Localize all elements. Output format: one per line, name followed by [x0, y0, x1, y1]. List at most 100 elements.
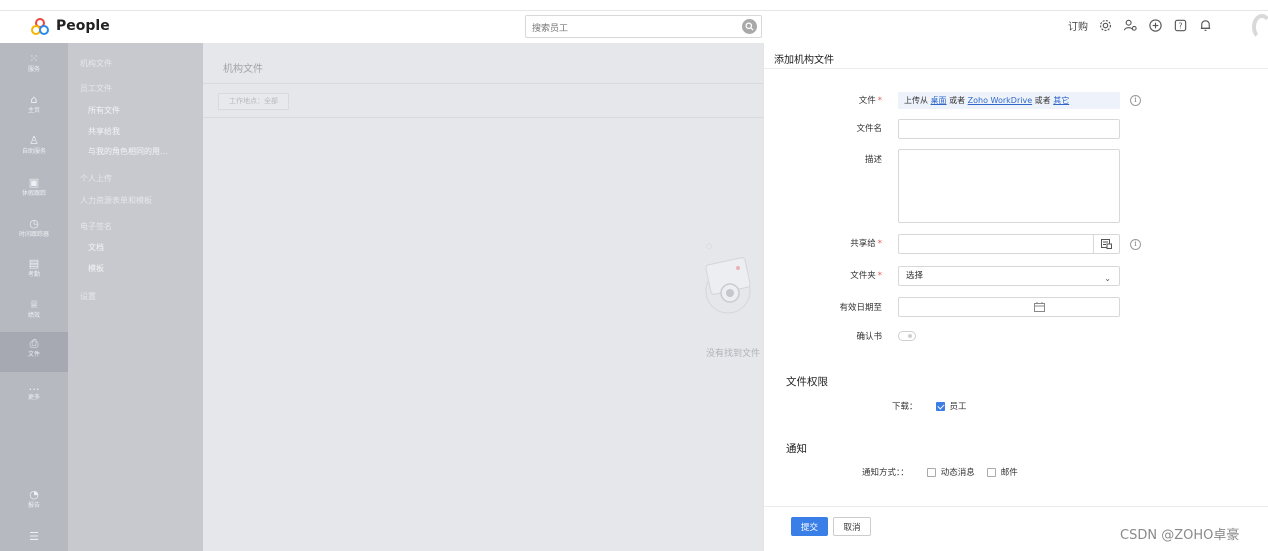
nav-item-services[interactable]: ⁙ 服务 — [0, 47, 68, 87]
valid-until-label: 有效日期至 — [839, 303, 882, 313]
download-employee-checkbox[interactable] — [935, 401, 945, 411]
share-to-field[interactable] — [898, 234, 1120, 254]
notify-feed-checkbox[interactable] — [926, 467, 936, 477]
nav-item-reports[interactable]: ◔ 报告 — [0, 483, 68, 523]
search-input[interactable] — [526, 18, 726, 40]
add-circle-icon[interactable] — [1148, 18, 1163, 33]
folder-label: 文件夹 * — [850, 271, 882, 281]
nav-item-files[interactable]: ⎙ 文件 — [0, 332, 68, 372]
subnav-personal-uploads[interactable]: 个人上传 — [80, 173, 112, 184]
grid-icon: ⁙ — [29, 52, 39, 65]
attendance-icon: ▤ — [28, 257, 40, 270]
subnav-org-files[interactable]: 机构文件 — [80, 58, 112, 69]
share-picker-icon[interactable] — [1093, 235, 1119, 253]
nav-item-performance[interactable]: ♕ 绩效 — [0, 293, 68, 333]
nav-item-label: 休假跟踪 — [21, 190, 46, 197]
info-icon[interactable]: i — [1130, 95, 1141, 106]
empty-state-text: 没有找到文件 — [706, 349, 761, 359]
search-icon[interactable] — [742, 19, 757, 34]
valid-until-date-input[interactable] — [898, 297, 1120, 317]
upload-from-other-link[interactable]: 其它 — [1053, 96, 1069, 105]
add-org-file-panel: 添加机构文件 文件 * 上传从 桌面 或者 Zoho WorkDrive 或者 其… — [763, 43, 1268, 551]
trophy-icon: ♕ — [29, 298, 39, 311]
divider — [764, 506, 1268, 507]
download-employee-label: 员工 — [949, 402, 967, 412]
nav-item-time-tracker[interactable]: ◷ 时间跟踪器 — [0, 212, 68, 252]
calendar-icon[interactable] — [1034, 302, 1045, 312]
nav-item-attendance[interactable]: ▤ 考勤 — [0, 252, 68, 292]
divider — [764, 68, 1268, 69]
divider — [203, 117, 763, 118]
filename-label: 文件名 — [856, 124, 882, 134]
left-app-nav: ⁙ 服务 ⌂ 主页 ♙ 自助服务 ▣ 休假跟踪 ◷ 时间跟踪器 ▤ 考勤 ♕ 绩… — [0, 43, 68, 551]
chevron-down-icon: ⌄ — [1104, 274, 1111, 283]
upload-from-workdrive-link[interactable]: Zoho WorkDrive — [968, 96, 1032, 105]
nav-item-label: 报告 — [27, 502, 40, 509]
nav-item-label: 文件 — [27, 351, 40, 358]
location-filter[interactable]: 工作地点：全部 — [218, 93, 289, 110]
report-icon: ◔ — [29, 488, 39, 501]
nav-item-label: 更多 — [27, 394, 40, 401]
nav-item-leave-tracker[interactable]: ▣ 休假跟踪 — [0, 171, 68, 211]
subnav-documents[interactable]: 文档 — [88, 242, 104, 253]
empty-state-illustration: ○ — [705, 242, 751, 314]
top-bar: People 订购 — [0, 10, 1268, 43]
user-avatar[interactable] — [1252, 14, 1268, 40]
bell-icon[interactable] — [1198, 18, 1213, 33]
subnav-same-role[interactable]: 与我的角色相同的用... — [88, 146, 168, 157]
subnav-templates[interactable]: 模板 — [88, 263, 104, 274]
top-right-actions: 订购 ? — [1068, 18, 1213, 33]
people-logo-icon[interactable] — [30, 17, 50, 37]
upload-from-desktop-link[interactable]: 桌面 — [931, 96, 947, 105]
subscribe-link[interactable]: 订购 — [1068, 18, 1088, 33]
nav-item-label: 主页 — [27, 107, 40, 114]
or-text: 或者 — [1034, 96, 1051, 105]
or-text: 或者 — [949, 96, 966, 105]
filename-input[interactable] — [898, 119, 1120, 139]
settings-gear-icon[interactable] — [1098, 18, 1113, 33]
page-title: 机构文件 — [223, 64, 263, 75]
nav-item-more[interactable]: … 更多 — [0, 375, 68, 415]
nav-item-home[interactable]: ⌂ 主页 — [0, 88, 68, 128]
subnav-esign[interactable]: 电子签名 — [80, 221, 112, 232]
svg-text:○: ○ — [706, 242, 712, 250]
nav-item-self-service[interactable]: ♙ 自助服务 — [0, 129, 68, 169]
acknowledgement-toggle[interactable] — [898, 331, 916, 341]
user-search-icon[interactable] — [1123, 18, 1138, 33]
app-title: People — [56, 18, 110, 34]
nav-item-label: 时间跟踪器 — [18, 231, 49, 238]
file-permissions-title: 文件权限 — [786, 376, 828, 388]
notify-title: 通知 — [786, 443, 807, 455]
subnav-hr-forms[interactable]: 人力资源表单和模板 — [80, 195, 152, 206]
submit-button[interactable]: 提交 — [791, 517, 828, 536]
notify-email-label: 邮件 — [1000, 468, 1018, 478]
description-textarea[interactable] — [898, 149, 1120, 223]
more-icon: … — [28, 380, 40, 393]
clock-icon: ◷ — [29, 217, 39, 230]
share-to-label: 共享给 * — [850, 239, 882, 249]
info-icon[interactable]: i — [1130, 239, 1141, 250]
subnav-shared-with-me[interactable]: 共享给我 — [88, 126, 120, 137]
main-content: 机构文件 工作地点：全部 ○ 没有找到文件 — [203, 43, 763, 551]
subnav-employee-files[interactable]: 员工文件 — [80, 83, 112, 94]
person-icon: ♙ — [29, 134, 39, 147]
upload-prefix-text: 上传从 — [904, 96, 928, 105]
search-box — [525, 15, 762, 40]
divider — [203, 83, 763, 84]
notify-email-checkbox[interactable] — [986, 467, 996, 477]
subnav-all-files[interactable]: 所有文件 — [88, 105, 120, 116]
calendar-icon: ▣ — [28, 176, 40, 189]
file-upload-box: 上传从 桌面 或者 Zoho WorkDrive 或者 其它 — [898, 92, 1120, 109]
cancel-button[interactable]: 取消 — [833, 517, 871, 536]
nav-item-label: 考勤 — [27, 271, 40, 278]
help-icon[interactable]: ? — [1173, 18, 1188, 33]
svg-text:?: ? — [1179, 22, 1183, 31]
notify-method-row: 通知方式：： 动态消息 邮件 — [862, 466, 1018, 478]
subnav-settings[interactable]: 设置 — [80, 291, 96, 302]
nav-item-label: 绩效 — [27, 312, 40, 319]
folder-selected-value: 选择 — [906, 271, 924, 281]
acknowledgement-label: 确认书 — [856, 332, 882, 342]
nav-item-label: 服务 — [27, 66, 40, 73]
folder-select[interactable]: 选择 ⌄ — [898, 266, 1120, 286]
collapse-menu-icon[interactable]: ☰ — [0, 525, 68, 551]
